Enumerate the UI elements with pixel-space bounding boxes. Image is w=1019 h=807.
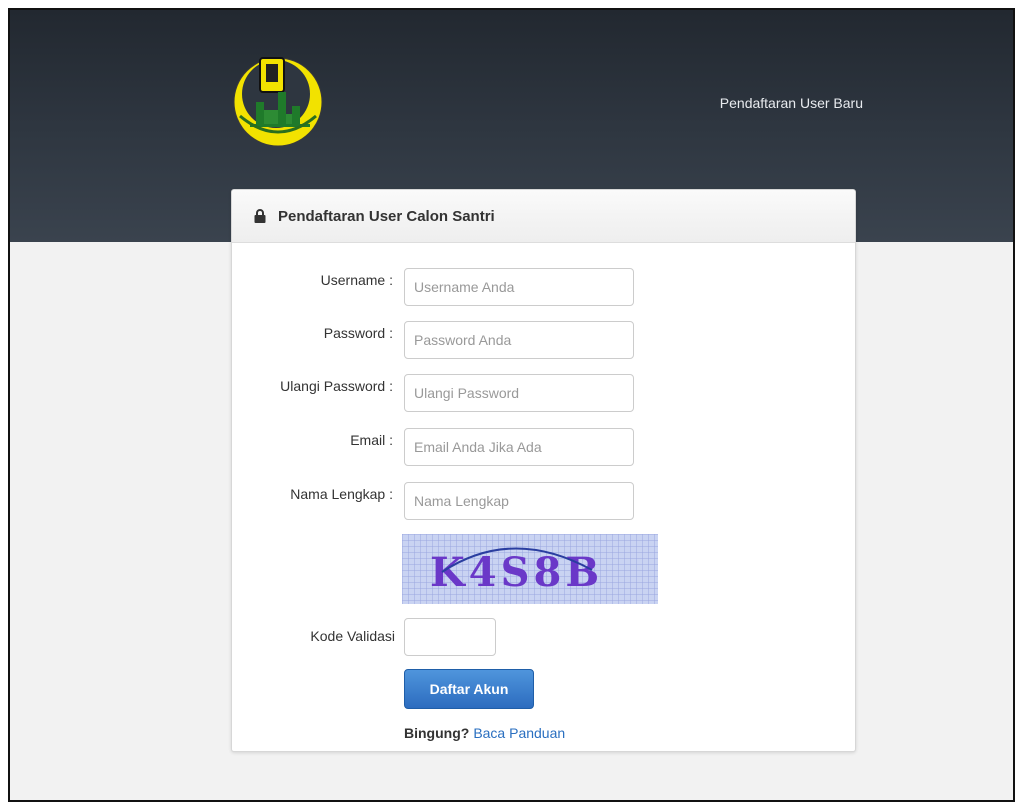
panel-title: Pendaftaran User Calon Santri: [278, 207, 495, 225]
full-name-label: Nama Lengkap :: [290, 486, 393, 502]
username-label: Username :: [320, 272, 393, 288]
form-row-email: Email :: [232, 428, 855, 468]
logo: [233, 57, 323, 147]
lock-icon: [254, 209, 266, 223]
username-input[interactable]: [404, 268, 634, 306]
form-row-kode: Kode Validasi: [232, 618, 855, 658]
help-prefix: Bingung?: [404, 725, 470, 741]
help-text: Bingung? Baca Panduan: [404, 725, 565, 741]
page-frame: Pendaftaran User Baru Pendaftaran User C…: [8, 8, 1015, 802]
form-row-username: Username :: [232, 268, 855, 308]
confirm-password-label: Ulangi Password :: [280, 378, 393, 394]
form-row-full-name: Nama Lengkap :: [232, 482, 855, 522]
kode-validasi-input[interactable]: [404, 618, 496, 656]
daftar-akun-button[interactable]: Daftar Akun: [404, 669, 534, 709]
email-label: Email :: [350, 432, 393, 448]
form-row-password: Password :: [232, 321, 855, 361]
captcha-image: K4S8B: [402, 534, 658, 604]
full-name-input[interactable]: [404, 482, 634, 520]
captcha-text: K4S8B: [430, 549, 603, 596]
form-row-confirm-password: Ulangi Password :: [232, 374, 855, 414]
confirm-password-input[interactable]: [404, 374, 634, 412]
registration-panel: Pendaftaran User Calon Santri Username :…: [231, 189, 856, 752]
baca-panduan-link[interactable]: Baca Panduan: [473, 725, 565, 741]
kode-validasi-label: Kode Validasi: [310, 628, 395, 644]
email-input[interactable]: [404, 428, 634, 466]
password-label: Password :: [323, 325, 393, 341]
nav-link-register[interactable]: Pendaftaran User Baru: [720, 95, 863, 111]
panel-heading: Pendaftaran User Calon Santri: [232, 190, 855, 243]
password-input[interactable]: [404, 321, 634, 359]
